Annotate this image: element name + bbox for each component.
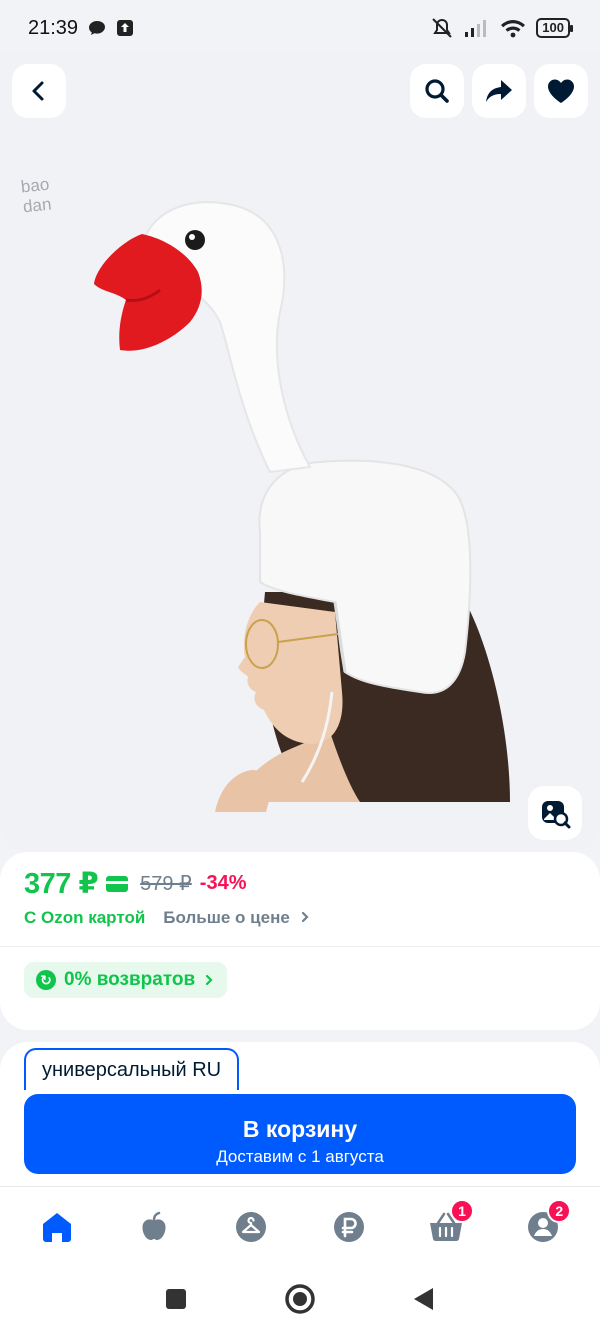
discount-badge: -34%	[199, 872, 247, 894]
chevron-right-icon	[301, 911, 309, 923]
favorite-button[interactable]	[534, 64, 588, 118]
nav-fresh[interactable]	[124, 1197, 184, 1257]
nav-catalog[interactable]	[221, 1197, 281, 1257]
search-button[interactable]	[410, 64, 464, 118]
upload-notification-icon	[117, 20, 134, 36]
nav-cart[interactable]: 1	[416, 1197, 476, 1257]
bottom-navigation: 1 2	[0, 1186, 600, 1266]
home-icon	[42, 1212, 71, 1242]
current-price: 377 ₽	[24, 868, 99, 900]
chevron-left-icon	[32, 81, 44, 101]
returns-badge[interactable]: ↻ 0% возвратов	[24, 962, 228, 998]
mute-icon	[432, 18, 453, 38]
price-card: 377 ₽ 579 ₽ -34% С Ozon картой Больше о …	[0, 852, 600, 1030]
divider	[0, 946, 600, 947]
nav-finance[interactable]	[319, 1197, 379, 1257]
variant-option-selected[interactable]: универсальный RU	[24, 1048, 240, 1090]
message-icon	[89, 21, 106, 35]
nav-home[interactable]	[27, 1197, 87, 1257]
back-button[interactable]	[12, 64, 66, 118]
image-watermark: bao dan	[19, 174, 53, 217]
search-icon	[425, 79, 449, 103]
product-photo	[94, 201, 510, 812]
return-arrow-icon: ↻	[36, 970, 56, 990]
ozon-card-icon	[106, 875, 129, 892]
image-search-icon	[542, 801, 571, 829]
old-price: 579 ₽	[140, 873, 192, 895]
product-image-gallery[interactable]: bao dan	[0, 52, 600, 852]
recent-apps-icon[interactable]	[164, 1287, 188, 1311]
wifi-icon	[501, 20, 526, 38]
heart-icon	[548, 79, 574, 103]
battery-indicator: 100	[536, 18, 573, 38]
ozon-card-label: С Ozon картой	[24, 908, 146, 927]
signal-icon	[465, 20, 487, 37]
apple-icon	[142, 1211, 166, 1240]
cart-count-badge: 1	[449, 1198, 474, 1223]
home-circle-icon[interactable]	[284, 1283, 316, 1315]
hanger-icon	[236, 1211, 267, 1242]
status-bar: 21:39 100	[0, 0, 600, 56]
add-to-cart-button[interactable]: В корзину Доставим с 1 августа	[24, 1094, 576, 1174]
status-time: 21:39	[28, 16, 79, 39]
back-triangle-icon[interactable]	[412, 1286, 436, 1312]
nav-profile[interactable]: 2	[513, 1197, 573, 1257]
visual-search-button[interactable]	[528, 786, 582, 840]
share-icon	[486, 80, 512, 102]
more-about-price-link[interactable]: Больше о цене	[163, 908, 310, 928]
purchase-panel: универсальный RU В корзину Доставим с 1 …	[0, 1042, 600, 1192]
ruble-icon	[333, 1211, 364, 1242]
chevron-right-icon	[206, 974, 213, 986]
share-button[interactable]	[472, 64, 526, 118]
profile-count-badge: 2	[547, 1198, 572, 1223]
system-navigation-bar	[0, 1266, 600, 1332]
